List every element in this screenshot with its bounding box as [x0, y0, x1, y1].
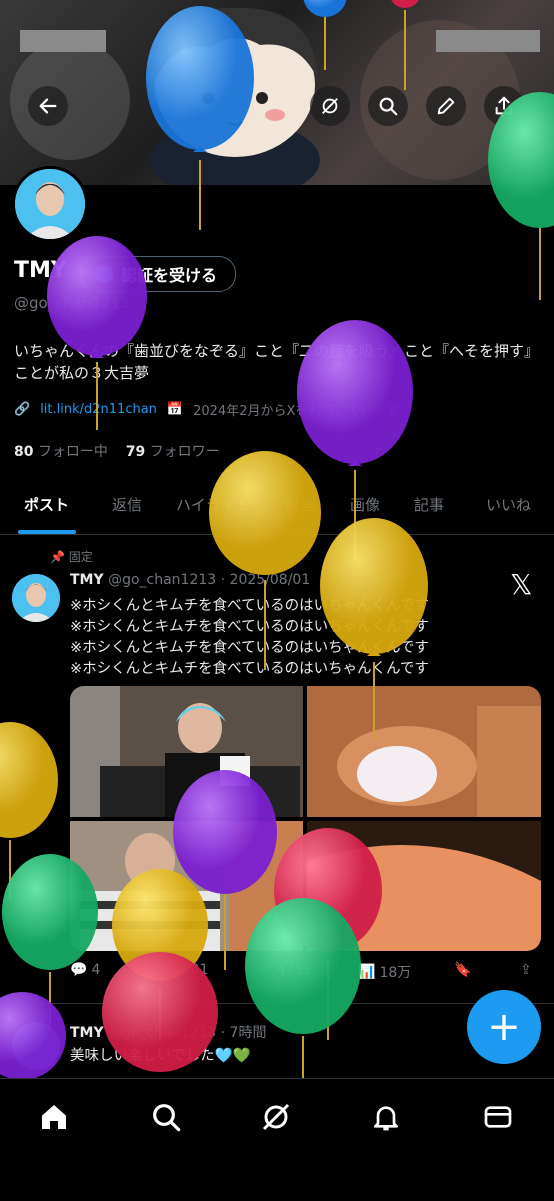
view-count: 18万	[379, 965, 412, 981]
views-button[interactable]: 📊 18万	[358, 962, 411, 982]
profile-banner[interactable]	[0, 0, 554, 185]
tab-likes[interactable]: いいね	[486, 494, 531, 515]
post-author[interactable]: TMY	[70, 572, 104, 588]
post-avatar[interactable]	[12, 1022, 60, 1070]
tab-replies[interactable]: 返信	[112, 494, 142, 515]
post-media-grid	[70, 686, 541, 951]
bio-line: いちゃんくんの『歯並びをなぞる』こと『二の腕を吸う』こと『へそを押す』	[14, 342, 540, 360]
post-line: ※ホシくんとキムチを食べているのはいちゃんくんです	[70, 619, 429, 635]
banner-redaction	[436, 30, 540, 52]
post-header: TMY @go_chan1213 · 7時間	[70, 1022, 266, 1042]
media-photo[interactable]	[307, 821, 541, 951]
share-button[interactable]	[484, 86, 524, 126]
bookmark-button[interactable]: 🔖	[454, 962, 471, 978]
heart-icon: ♡	[260, 962, 273, 978]
messages-icon[interactable]	[482, 1101, 514, 1133]
back-arrow-icon	[39, 98, 57, 114]
grok-button[interactable]	[310, 86, 350, 126]
tab-highlights[interactable]: ハイライト	[176, 494, 251, 515]
banner-redaction	[20, 30, 106, 52]
pinned-text: 固定	[68, 550, 93, 564]
explore-icon[interactable]	[150, 1101, 182, 1133]
media-photo[interactable]	[307, 686, 541, 817]
following-label: フォロー中	[37, 444, 108, 460]
joined-date: 2024年2月からXを利用しています	[193, 404, 399, 419]
grok-icon	[322, 98, 338, 114]
bottom-navigation	[0, 1078, 554, 1201]
followers-label: フォロワー	[149, 444, 220, 460]
edit-button[interactable]	[426, 86, 466, 126]
post-actions: 💬 4 ⟲ 301 ♡ 4799 📊 18万 🔖 ⇪	[70, 962, 540, 986]
get-verified-button[interactable]: 認証を受ける	[80, 256, 237, 292]
follow-stats: 80 フォロー中 79 フォロワー	[14, 441, 220, 461]
back-button[interactable]	[28, 86, 68, 126]
link-icon: 🔗	[14, 402, 31, 417]
profile-avatar[interactable]	[12, 166, 88, 242]
compose-post-button[interactable]: +	[467, 990, 541, 1064]
plush-doll-image	[150, 7, 320, 185]
post-header: TMY @go_chan1213 · 2025/08/01	[70, 572, 310, 588]
calendar-icon: 📅	[166, 402, 184, 417]
repost-count: 301	[181, 962, 209, 978]
following-link[interactable]: 80 フォロー中	[14, 444, 108, 460]
tab-posts[interactable]: ポスト	[24, 494, 69, 515]
tab-articles[interactable]: 記事	[414, 494, 444, 515]
profile-meta: 🔗 lit.link/d2n11chan 📅 2024年2月からXを利用していま…	[14, 400, 399, 419]
verify-label: 認証を受ける	[121, 266, 218, 285]
reply-count: 4	[91, 962, 101, 978]
repost-button[interactable]: ⟲ 301	[166, 962, 208, 978]
share-post-button[interactable]: ⇪	[520, 962, 532, 978]
reply-button[interactable]: 💬 4	[70, 962, 100, 978]
pinned-label: 📌 固定	[50, 548, 93, 565]
verified-badge-icon	[95, 265, 113, 283]
profile-tabs: ポスト 返信 ハイライト 動画 画像 記事 いいね	[0, 478, 554, 535]
bio-line: ことが私の３大吉夢	[14, 364, 150, 382]
post-line: ※ホシくんとキムチを食べているのはいちゃんくんです	[70, 640, 429, 656]
media-photo[interactable]	[70, 821, 303, 951]
profile-handle: @go_chan1213	[14, 294, 130, 312]
share-icon: ⇪	[520, 962, 532, 978]
post-handle-time: @go_chan1213 · 7時間	[108, 1025, 267, 1041]
home-icon[interactable]	[38, 1101, 70, 1133]
post-author[interactable]: TMY	[70, 1025, 104, 1041]
tab-media[interactable]: 画像	[350, 494, 380, 515]
balloon	[0, 722, 58, 900]
media-photo[interactable]	[70, 686, 303, 817]
notifications-icon[interactable]	[370, 1101, 402, 1133]
bookmark-icon: 🔖	[454, 962, 472, 978]
like-count: 4799	[276, 962, 313, 978]
post-line: ※ホシくんとキムチを食べているのはいちゃんくんです	[70, 661, 429, 677]
post-divider	[0, 1003, 554, 1004]
post-avatar[interactable]	[12, 574, 60, 622]
avatar-photo	[15, 169, 85, 239]
profile-name: TMY	[14, 258, 67, 283]
post-line: ※ホシくんとキムチを食べているのはいちゃんくんです	[70, 598, 429, 614]
post-text: 美味しい楽しいでした🩵💚	[70, 1048, 251, 1064]
views-icon: 📊	[358, 964, 376, 980]
like-button[interactable]: ♡ 4799	[260, 962, 312, 978]
avatar-photo	[12, 574, 60, 622]
profile-bio: いちゃんくんの『歯並びをなぞる』こと『二の腕を吸う』こと『へそを押す』 ことが私…	[14, 340, 544, 384]
search-icon	[379, 97, 398, 116]
active-tab-indicator	[18, 530, 76, 534]
following-count: 80	[14, 444, 34, 460]
x-logo-icon: 𝕏	[510, 568, 533, 601]
reply-icon: 💬	[70, 962, 88, 978]
followers-count: 79	[125, 444, 146, 460]
pin-icon: 📌	[50, 550, 65, 564]
post-handle-date: @go_chan1213 · 2025/08/01	[108, 572, 311, 588]
post-text: ※ホシくんとキムチを食べているのはいちゃんくんです ※ホシくんとキムチを食べてい…	[70, 596, 429, 680]
search-button[interactable]	[368, 86, 408, 126]
repost-icon: ⟲	[166, 962, 178, 978]
profile-link[interactable]: lit.link/d2n11chan	[40, 402, 157, 417]
share-icon	[495, 96, 513, 115]
grok-icon[interactable]	[260, 1101, 292, 1133]
followers-link[interactable]: 79 フォロワー	[126, 444, 220, 460]
edit-icon	[437, 97, 455, 115]
plus-icon: +	[487, 1004, 521, 1050]
tab-videos[interactable]: 動画	[286, 494, 316, 515]
